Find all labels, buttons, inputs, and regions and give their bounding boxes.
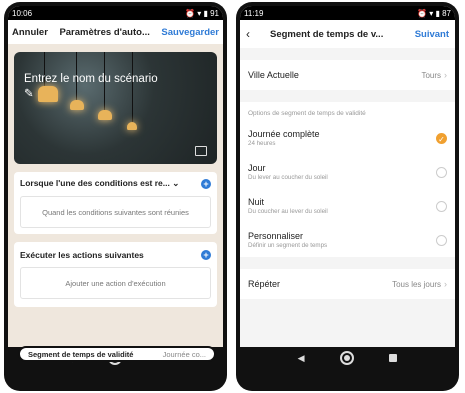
conditions-card: Lorsque l'une des conditions est re... ⌄…	[14, 172, 217, 234]
status-bar: 11:19 ⏰ ▾ ▮ 87	[240, 6, 455, 20]
option-full-day[interactable]: Journée complète 24 heures ✓	[240, 121, 455, 155]
option-day[interactable]: Jour Du lever au coucher du soleil	[240, 155, 455, 189]
cancel-button[interactable]: Annuler	[12, 27, 48, 38]
radio-icon[interactable]	[436, 200, 447, 212]
validity-segment-screen: 11:19 ⏰ ▾ ▮ 87 ‹ Segment de temps de v..…	[240, 6, 455, 369]
actions-placeholder[interactable]: Ajouter une action d'exécution	[20, 267, 211, 299]
phone-left: 10:06 ⏰ ▾ ▮ 91 Annuler Paramètres d'auto…	[4, 2, 227, 391]
image-icon[interactable]	[195, 146, 207, 156]
repeat-row[interactable]: Répéter Tous les jours ›	[240, 269, 455, 299]
option-custom[interactable]: Personnaliser Définir un segment de temps	[240, 223, 455, 257]
top-bar: Annuler Paramètres d'auto... Sauvegarder	[8, 20, 223, 44]
scene-name-input[interactable]: Entrez le nom du scénario ✎	[24, 72, 164, 102]
option-title: Journée complète	[248, 129, 320, 139]
android-nav-bar: ◀	[240, 347, 455, 369]
option-night[interactable]: Nuit Du coucher au lever du soleil	[240, 189, 455, 223]
next-button[interactable]: Suivant	[415, 29, 449, 40]
save-button[interactable]: Sauvegarder	[161, 27, 219, 38]
validity-segment-row[interactable]: Segment de temps de validité Journée co.…	[18, 346, 216, 362]
city-value: Tours	[421, 71, 441, 80]
conditions-title[interactable]: Lorsque l'une des conditions est re... ⌄	[20, 178, 179, 189]
option-title: Nuit	[248, 197, 265, 207]
status-bar: 10:06 ⏰ ▾ ▮ 91	[8, 6, 223, 20]
phone-right: 11:19 ⏰ ▾ ▮ 87 ‹ Segment de temps de v..…	[236, 2, 459, 391]
automation-settings-screen: 10:06 ⏰ ▾ ▮ 91 Annuler Paramètres d'auto…	[8, 6, 223, 369]
conditions-placeholder[interactable]: Quand les conditions suivantes sont réun…	[20, 196, 211, 228]
add-action-button[interactable]: +	[201, 250, 211, 260]
option-subtitle: 24 heures	[248, 140, 276, 147]
option-title: Personnaliser	[248, 231, 304, 241]
status-icons: ⏰ ▾ ▮ 87	[417, 8, 451, 18]
chevron-right-icon: ›	[444, 70, 447, 80]
top-bar: ‹ Segment de temps de v... Suivant	[240, 20, 455, 48]
option-subtitle: Du lever au coucher du soleil	[248, 174, 328, 181]
radio-icon[interactable]	[436, 166, 447, 178]
edit-icon[interactable]: ✎	[24, 88, 34, 100]
options-section: Options de segment de temps de validité …	[240, 102, 455, 257]
back-nav-icon[interactable]: ◀	[298, 353, 305, 364]
option-subtitle: Du coucher au lever du soleil	[248, 208, 328, 215]
status-time: 11:19	[244, 8, 264, 18]
page-title: Paramètres d'auto...	[59, 26, 150, 38]
radio-icon[interactable]	[436, 234, 447, 246]
actions-card: Exécuter les actions suivantes + Ajouter…	[14, 242, 217, 307]
recents-nav-icon[interactable]	[389, 354, 398, 362]
chevron-down-icon[interactable]: ⌄	[172, 178, 179, 188]
status-icons: ⏰ ▾ ▮ 91	[185, 8, 219, 18]
scene-cover-image[interactable]: Entrez le nom du scénario ✎	[14, 52, 217, 164]
home-nav-icon[interactable]	[339, 351, 354, 365]
option-title: Jour	[248, 163, 266, 173]
segment-value: Journée co...	[162, 349, 206, 359]
actions-title: Exécuter les actions suivantes	[20, 250, 144, 260]
status-time: 10:06	[12, 8, 33, 18]
page-title: Segment de temps de v...	[270, 28, 384, 40]
back-arrow-icon[interactable]: ‹	[246, 27, 270, 41]
city-label: Ville Actuelle	[248, 70, 299, 80]
repeat-label: Répéter	[248, 279, 281, 289]
chevron-right-icon: ›	[444, 279, 447, 289]
city-row[interactable]: Ville Actuelle Tours ›	[240, 60, 455, 90]
repeat-value: Tous les jours	[392, 280, 441, 289]
segment-label: Segment de temps de validité	[28, 349, 134, 359]
check-icon[interactable]: ✓	[436, 132, 447, 144]
section-label: Options de segment de temps de validité	[240, 102, 455, 121]
option-subtitle: Définir un segment de temps	[248, 242, 328, 249]
add-condition-button[interactable]: +	[201, 178, 211, 189]
